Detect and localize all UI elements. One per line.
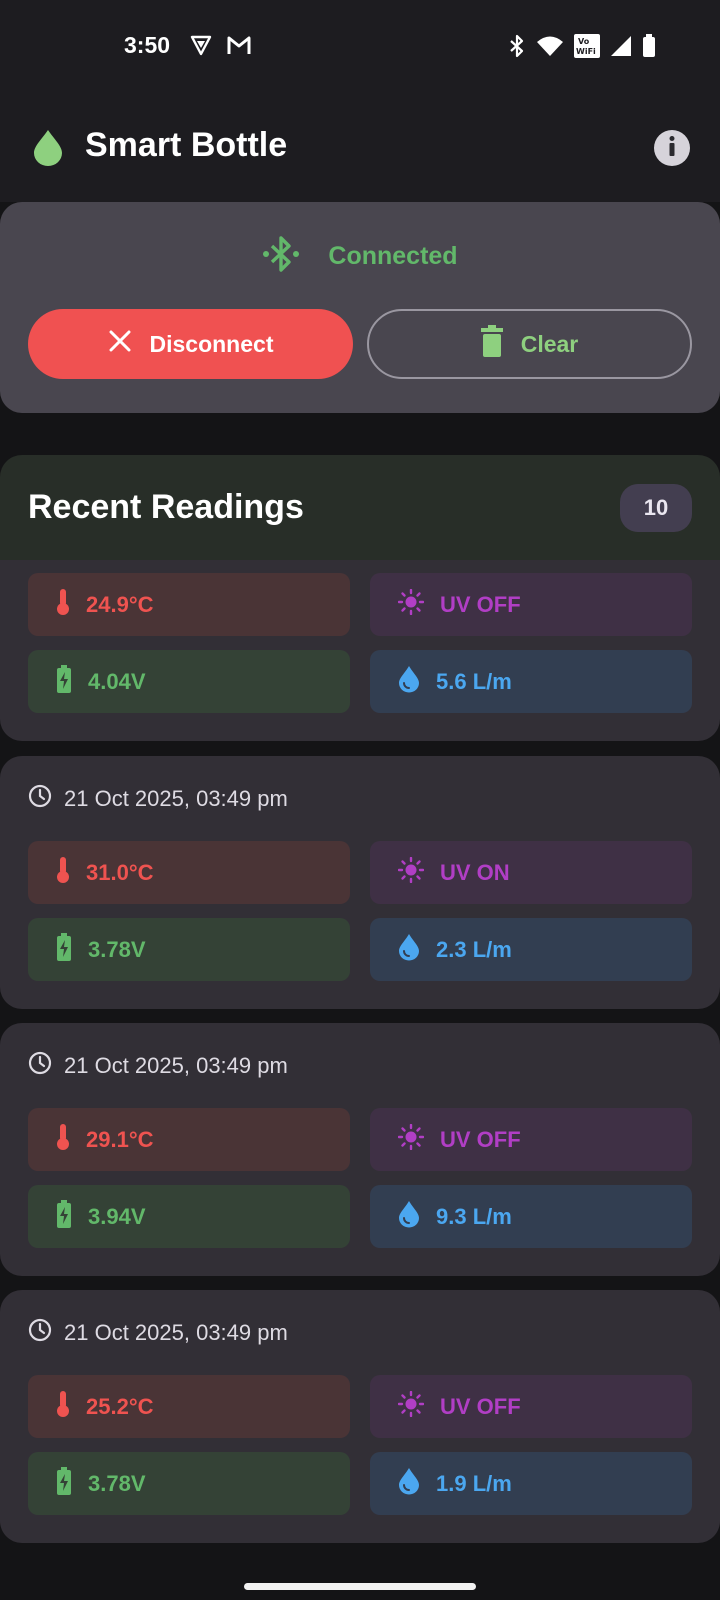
bluetooth-icon bbox=[508, 34, 526, 63]
flow-chip: 1.9 L/m bbox=[370, 1452, 692, 1515]
vowifi-icon: Vo WiFi bbox=[574, 34, 600, 63]
gmail-icon bbox=[226, 34, 252, 61]
voltage-chip: 4.04V bbox=[28, 650, 350, 713]
flow-chip: 2.3 L/m bbox=[370, 918, 692, 981]
reading-card[interactable]: 21 Oct 2025, 03:49 pm 29.1°C UV OFF 3.94… bbox=[0, 1023, 720, 1276]
recent-readings-title: Recent Readings bbox=[28, 488, 304, 526]
temperature-value: 24.9°C bbox=[86, 591, 154, 617]
connection-status: Connected bbox=[0, 234, 720, 279]
sun-icon bbox=[397, 1123, 425, 1156]
reading-timestamp-text: 21 Oct 2025, 03:49 pm bbox=[64, 1053, 288, 1078]
water-drop-icon bbox=[398, 1467, 420, 1501]
disconnect-button[interactable]: Disconnect bbox=[28, 309, 353, 379]
status-right-icons: Vo WiFi bbox=[508, 34, 656, 63]
flow-value: 9.3 L/m bbox=[436, 1203, 512, 1229]
uv-value: UV ON bbox=[440, 859, 510, 885]
clock-icon bbox=[28, 1318, 52, 1348]
temperature-chip: 31.0°C bbox=[28, 841, 350, 904]
home-indicator[interactable] bbox=[244, 1583, 476, 1590]
uv-value: UV OFF bbox=[440, 591, 521, 617]
voltage-value: 3.78V bbox=[88, 1470, 146, 1496]
reading-card[interactable]: 21 Oct 2025, 03:49 pm 25.2°C UV OFF 3.78… bbox=[0, 1290, 720, 1543]
info-icon bbox=[668, 135, 676, 161]
thermometer-icon bbox=[56, 856, 70, 890]
uv-chip: UV ON bbox=[370, 841, 692, 904]
svg-text:WiFi: WiFi bbox=[576, 47, 596, 56]
reading-timestamp: 21 Oct 2025, 03:49 pm bbox=[28, 1318, 288, 1348]
reading-timestamp: 21 Oct 2025, 03:49 pm bbox=[28, 784, 288, 814]
clear-button-label: Clear bbox=[520, 330, 579, 357]
voltage-value: 3.78V bbox=[88, 936, 146, 962]
info-button[interactable] bbox=[654, 130, 690, 166]
svg-text:Vo: Vo bbox=[578, 37, 590, 46]
thermometer-icon bbox=[56, 1123, 70, 1157]
disconnect-button-label: Disconnect bbox=[149, 330, 274, 357]
voltage-chip: 3.78V bbox=[28, 918, 350, 981]
bluetooth-connected-icon bbox=[262, 234, 300, 279]
signal-icon bbox=[610, 35, 632, 62]
voltage-chip: 3.78V bbox=[28, 1452, 350, 1515]
clock-icon bbox=[28, 1051, 52, 1081]
vpn-icon bbox=[190, 34, 212, 61]
thermometer-icon bbox=[56, 1390, 70, 1424]
sun-icon bbox=[397, 588, 425, 621]
reading-timestamp: 21 Oct 2025, 03:49 pm bbox=[28, 1051, 288, 1081]
reading-timestamp-text: 21 Oct 2025, 03:49 pm bbox=[64, 786, 288, 811]
connection-status-label: Connected bbox=[328, 242, 458, 270]
water-drop-icon bbox=[398, 933, 420, 967]
temperature-chip: 29.1°C bbox=[28, 1108, 350, 1171]
reading-card[interactable]: 21 Oct 2025, 03:49 pm 31.0°C UV ON 3.78V… bbox=[0, 756, 720, 1009]
water-drop-icon bbox=[398, 665, 420, 699]
clock-icon bbox=[28, 784, 52, 814]
temperature-value: 31.0°C bbox=[86, 859, 154, 885]
status-time: 3:50 bbox=[124, 32, 171, 58]
temperature-chip: 24.9°C bbox=[28, 573, 350, 636]
reading-card[interactable]: 24.9°C UV OFF 4.04V 5.6 L/m bbox=[0, 560, 720, 741]
thermometer-icon bbox=[56, 588, 70, 622]
temperature-value: 29.1°C bbox=[86, 1126, 154, 1152]
flow-value: 1.9 L/m bbox=[436, 1470, 512, 1496]
battery-charging-icon bbox=[56, 1466, 72, 1501]
battery-charging-icon bbox=[56, 1199, 72, 1234]
uv-value: UV OFF bbox=[440, 1393, 521, 1419]
wifi-icon bbox=[536, 35, 564, 62]
status-bar: 3:50 Vo WiFi bbox=[0, 0, 720, 92]
clear-button[interactable]: Clear bbox=[367, 309, 692, 379]
recent-readings-header: Recent Readings 10 bbox=[0, 455, 720, 560]
voltage-value: 4.04V bbox=[88, 668, 146, 694]
water-drop-icon bbox=[398, 1200, 420, 1234]
water-drop-icon bbox=[32, 129, 64, 172]
battery-icon bbox=[642, 34, 656, 63]
flow-value: 2.3 L/m bbox=[436, 936, 512, 962]
battery-charging-icon bbox=[56, 932, 72, 967]
voltage-value: 3.94V bbox=[88, 1203, 146, 1229]
reading-timestamp-text: 21 Oct 2025, 03:49 pm bbox=[64, 1320, 288, 1345]
temperature-chip: 25.2°C bbox=[28, 1375, 350, 1438]
app-title: Smart Bottle bbox=[85, 126, 288, 164]
voltage-chip: 3.94V bbox=[28, 1185, 350, 1248]
connection-card: Connected Disconnect Clear bbox=[0, 202, 720, 413]
temperature-value: 25.2°C bbox=[86, 1393, 154, 1419]
trash-icon bbox=[480, 325, 503, 363]
status-left-icons bbox=[190, 34, 252, 61]
flow-value: 5.6 L/m bbox=[436, 668, 512, 694]
readings-count-badge: 10 bbox=[620, 484, 692, 532]
sun-icon bbox=[397, 1390, 425, 1423]
sun-icon bbox=[397, 856, 425, 889]
uv-chip: UV OFF bbox=[370, 1375, 692, 1438]
uv-value: UV OFF bbox=[440, 1126, 521, 1152]
flow-chip: 9.3 L/m bbox=[370, 1185, 692, 1248]
battery-charging-icon bbox=[56, 664, 72, 699]
app-bar: Smart Bottle bbox=[0, 92, 720, 202]
flow-chip: 5.6 L/m bbox=[370, 650, 692, 713]
uv-chip: UV OFF bbox=[370, 573, 692, 636]
close-icon bbox=[108, 329, 132, 359]
uv-chip: UV OFF bbox=[370, 1108, 692, 1171]
